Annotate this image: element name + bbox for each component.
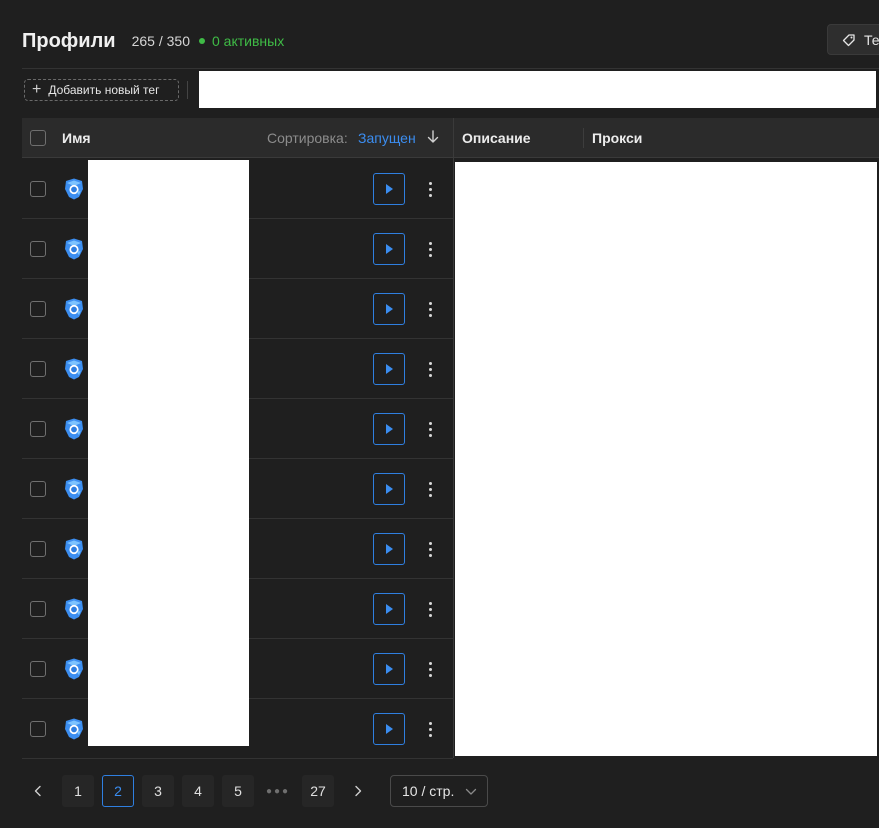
play-icon: [386, 724, 393, 734]
pagination-ellipsis[interactable]: ●●●: [262, 775, 294, 807]
add-tag-label: Добавить новый тег: [48, 83, 160, 97]
column-proxy[interactable]: Прокси: [592, 130, 642, 146]
browser-icon: [65, 478, 83, 500]
play-icon: [386, 484, 393, 494]
chevron-left-icon: [34, 785, 41, 797]
row-checkbox[interactable]: [30, 181, 46, 197]
sort-arrow-down-icon[interactable]: [426, 129, 440, 145]
play-icon: [386, 604, 393, 614]
start-profile-button[interactable]: [373, 173, 405, 205]
tags-button[interactable]: Те: [827, 24, 879, 55]
pagination: 1 2 3 4 5 ●●● 27 10 / стр.: [22, 775, 522, 807]
table-header: Имя Сортировка: Запущен Описание Прокси: [22, 118, 879, 158]
chevron-right-icon: [355, 785, 362, 797]
row-checkbox[interactable]: [30, 661, 46, 677]
more-options-icon[interactable]: [420, 175, 440, 203]
start-profile-button[interactable]: [373, 353, 405, 385]
page-1[interactable]: 1: [62, 775, 94, 807]
page-27[interactable]: 27: [302, 775, 334, 807]
play-icon: [386, 664, 393, 674]
toolbar-separator: [187, 81, 188, 99]
column-separator: [583, 128, 584, 148]
page-title: Профили: [22, 29, 116, 52]
page-3[interactable]: 3: [142, 775, 174, 807]
row-checkbox[interactable]: [30, 361, 46, 377]
start-profile-button[interactable]: [373, 233, 405, 265]
select-all-checkbox[interactable]: [30, 130, 46, 146]
browser-icon: [65, 298, 83, 320]
browser-icon: [65, 718, 83, 740]
play-icon: [386, 244, 393, 254]
browser-icon: [65, 238, 83, 260]
chevron-down-icon: [465, 788, 477, 795]
browser-icon: [65, 358, 83, 380]
add-tag-button[interactable]: + Добавить новый тег: [24, 79, 179, 101]
more-options-icon[interactable]: [420, 235, 440, 263]
active-count: 0 активных: [212, 33, 285, 49]
more-options-icon[interactable]: [420, 715, 440, 743]
row-checkbox[interactable]: [30, 721, 46, 737]
browser-icon: [65, 418, 83, 440]
browser-icon: [65, 538, 83, 560]
tags-button-label: Те: [864, 31, 879, 48]
plus-icon: +: [32, 81, 42, 98]
column-name[interactable]: Имя: [62, 130, 91, 146]
page-4[interactable]: 4: [182, 775, 214, 807]
row-checkbox[interactable]: [30, 481, 46, 497]
row-checkbox[interactable]: [30, 421, 46, 437]
page-5[interactable]: 5: [222, 775, 254, 807]
more-options-icon[interactable]: [420, 475, 440, 503]
more-options-icon[interactable]: [420, 355, 440, 383]
start-profile-button[interactable]: [373, 713, 405, 745]
start-profile-button[interactable]: [373, 473, 405, 505]
play-icon: [386, 184, 393, 194]
page-header: Профили 265 / 350 0 активных: [22, 24, 879, 58]
play-icon: [386, 424, 393, 434]
row-checkbox[interactable]: [30, 301, 46, 317]
page-2-current[interactable]: 2: [102, 775, 134, 807]
browser-icon: [65, 178, 83, 200]
page-size-select[interactable]: 10 / стр.: [390, 775, 488, 807]
start-profile-button[interactable]: [373, 533, 405, 565]
redacted-profile-names: [88, 160, 249, 746]
more-options-icon[interactable]: [420, 655, 440, 683]
browser-icon: [65, 658, 83, 680]
start-profile-button[interactable]: [373, 653, 405, 685]
column-divider: [453, 118, 454, 758]
sort-label: Сортировка:: [267, 130, 348, 146]
row-checkbox[interactable]: [30, 601, 46, 617]
play-icon: [386, 304, 393, 314]
browser-icon: [65, 598, 83, 620]
start-profile-button[interactable]: [373, 413, 405, 445]
play-icon: [386, 364, 393, 374]
next-page-button[interactable]: [342, 775, 374, 807]
redacted-tag-area: [199, 71, 876, 108]
prev-page-button[interactable]: [22, 775, 54, 807]
more-options-icon[interactable]: [420, 595, 440, 623]
profile-count: 265 / 350: [131, 33, 190, 49]
header-divider: [22, 68, 879, 69]
redacted-details-area: [455, 162, 877, 756]
more-options-icon[interactable]: [420, 415, 440, 443]
active-status-dot: [199, 38, 205, 44]
row-checkbox[interactable]: [30, 241, 46, 257]
more-options-icon[interactable]: [420, 535, 440, 563]
start-profile-button[interactable]: [373, 593, 405, 625]
row-checkbox[interactable]: [30, 541, 46, 557]
tag-icon: [842, 33, 855, 46]
more-options-icon[interactable]: [420, 295, 440, 323]
play-icon: [386, 544, 393, 554]
page-size-value: 10 / стр.: [402, 783, 455, 799]
sort-value[interactable]: Запущен: [358, 130, 416, 146]
start-profile-button[interactable]: [373, 293, 405, 325]
column-description[interactable]: Описание: [462, 130, 531, 146]
